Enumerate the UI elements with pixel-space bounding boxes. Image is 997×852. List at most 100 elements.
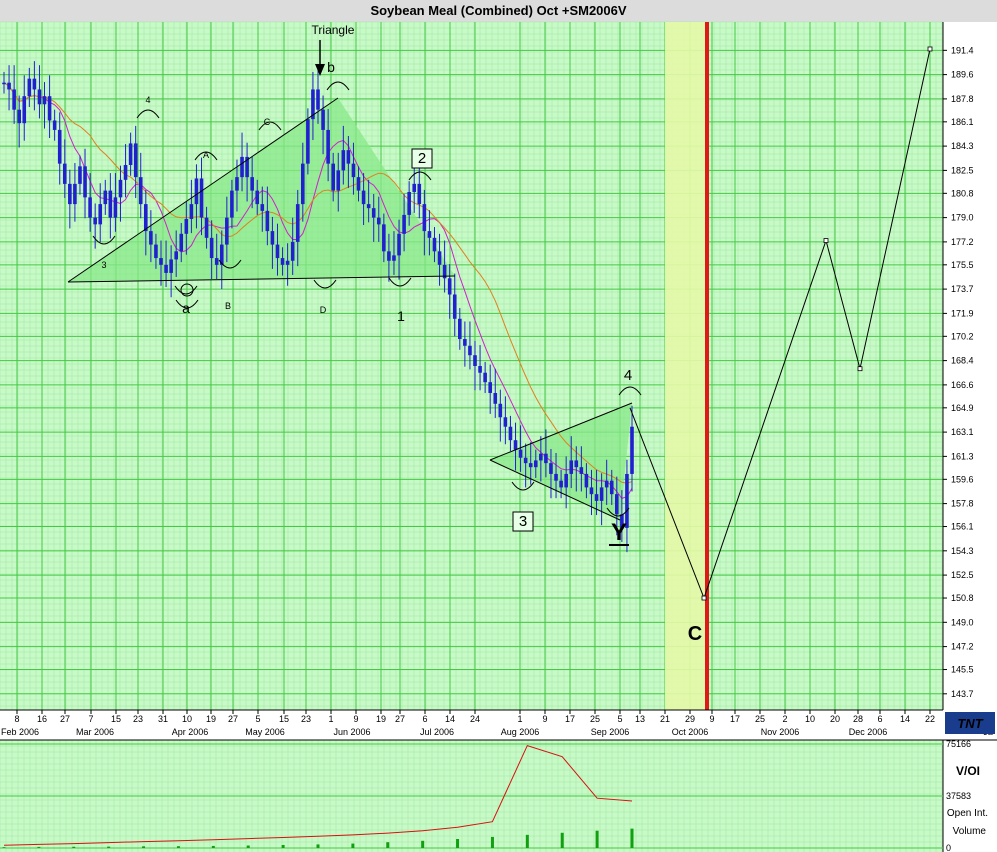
projection-node (823, 238, 829, 243)
price-bar (523, 457, 528, 464)
price-tick-label: 161.3 (951, 451, 974, 461)
price-bar (341, 150, 346, 171)
price-bar (604, 480, 609, 488)
price-bar (214, 258, 219, 265)
time-month-label: Aug 2006 (501, 727, 540, 737)
wave-label: 2 (418, 150, 426, 167)
price-tick-label: 156.1 (951, 522, 974, 532)
price-bar (159, 258, 163, 265)
time-day-label: 17 (565, 714, 575, 724)
time-month-label: Feb 2006 (1, 727, 39, 737)
volume-bar (316, 844, 320, 848)
price-bar (382, 224, 386, 252)
volume-bar (560, 832, 564, 848)
price-bar (356, 177, 361, 191)
price-bar (528, 463, 533, 468)
price-bar (88, 197, 92, 218)
time-month-label: Jul 2006 (420, 727, 454, 737)
lower-tick-label: 37583 (946, 791, 971, 801)
wave-label: C (688, 623, 702, 645)
price-bar (508, 426, 513, 441)
lower-panel-label: V/OI (956, 764, 980, 778)
price-bar (260, 204, 265, 211)
time-day-label: 15 (111, 714, 121, 724)
volume-bar (490, 836, 494, 848)
price-tick-label: 147.2 (951, 642, 974, 652)
price-tick-label: 157.8 (951, 499, 974, 509)
price-bar (599, 487, 604, 501)
volume-bar (351, 843, 355, 848)
price-bar (83, 166, 87, 198)
legend-volume: Volume (953, 826, 987, 837)
price-bar (554, 473, 558, 481)
volume-bar (281, 844, 285, 848)
price-tick-label: 168.4 (951, 356, 974, 366)
price-bar (533, 460, 538, 468)
forecast-highlight-zone (665, 22, 708, 710)
price-bar (361, 190, 366, 205)
price-bar (483, 372, 487, 383)
wave-label: 3 (101, 260, 106, 270)
price-bar (113, 197, 118, 218)
price-bar (569, 460, 574, 474)
wave-label: a (182, 300, 190, 316)
time-day-label: 14 (900, 714, 910, 724)
time-month-label: Oct 2006 (672, 727, 709, 737)
price-bar (78, 166, 82, 184)
price-bar (47, 96, 52, 121)
time-day-label: 27 (395, 714, 405, 724)
chart-canvas: Triangleb43ACa B D 1234YC 191.4189.6187.818… (0, 21, 997, 852)
price-tick-label: 189.6 (951, 70, 974, 80)
price-tick-label: 170.2 (951, 331, 974, 341)
price-bar (630, 426, 634, 474)
price-tick-label: 163.1 (951, 427, 974, 437)
time-day-label: 21 (660, 714, 670, 724)
price-tick-label: 184.3 (951, 141, 974, 151)
price-tick-label: 149.0 (951, 617, 974, 627)
time-day-label: 27 (60, 714, 70, 724)
price-bar (230, 190, 234, 218)
price-bar (417, 183, 422, 205)
volume-bar (211, 845, 215, 848)
price-bar (574, 460, 579, 468)
time-day-label: 1 (517, 714, 522, 724)
price-bar (559, 480, 563, 488)
price-bar (458, 318, 462, 340)
price-bar (452, 294, 457, 319)
price-plot-background (0, 22, 943, 710)
price-tick-label: 143.7 (951, 689, 974, 699)
time-day-label: 31 (158, 714, 168, 724)
wave-label: 4 (624, 367, 632, 384)
price-bar (128, 143, 133, 165)
price-bar (209, 237, 214, 259)
volume-bar (72, 846, 76, 848)
price-bar (549, 463, 553, 474)
price-bar (17, 109, 21, 124)
price-bar (52, 120, 57, 130)
volume-bar (107, 846, 111, 848)
price-bar (22, 96, 27, 124)
wave-label: Triangle (312, 23, 355, 37)
price-bar (437, 251, 442, 265)
price-bar (412, 183, 417, 192)
price-bar (118, 179, 123, 198)
price-tick-label: 171.9 (951, 308, 974, 318)
price-bar (321, 109, 325, 130)
price-tick-label: 179.0 (951, 213, 974, 223)
price-tick-label: 159.6 (951, 474, 974, 484)
price-bar (189, 204, 194, 219)
time-day-label: 8 (14, 714, 19, 724)
price-bar (250, 177, 254, 191)
price-tick-label: 152.5 (951, 570, 974, 580)
time-day-label: 14 (445, 714, 455, 724)
price-bar (12, 89, 16, 110)
price-bar (615, 494, 619, 515)
time-day-label: 23 (301, 714, 311, 724)
time-day-label: 16 (37, 714, 47, 724)
tnt-logo-text: TNT (957, 716, 983, 731)
price-bar (240, 156, 244, 178)
time-month-label: May 2006 (245, 727, 285, 737)
volume-bar (525, 834, 529, 848)
price-bar (498, 403, 503, 418)
time-day-label: 15 (279, 714, 289, 724)
